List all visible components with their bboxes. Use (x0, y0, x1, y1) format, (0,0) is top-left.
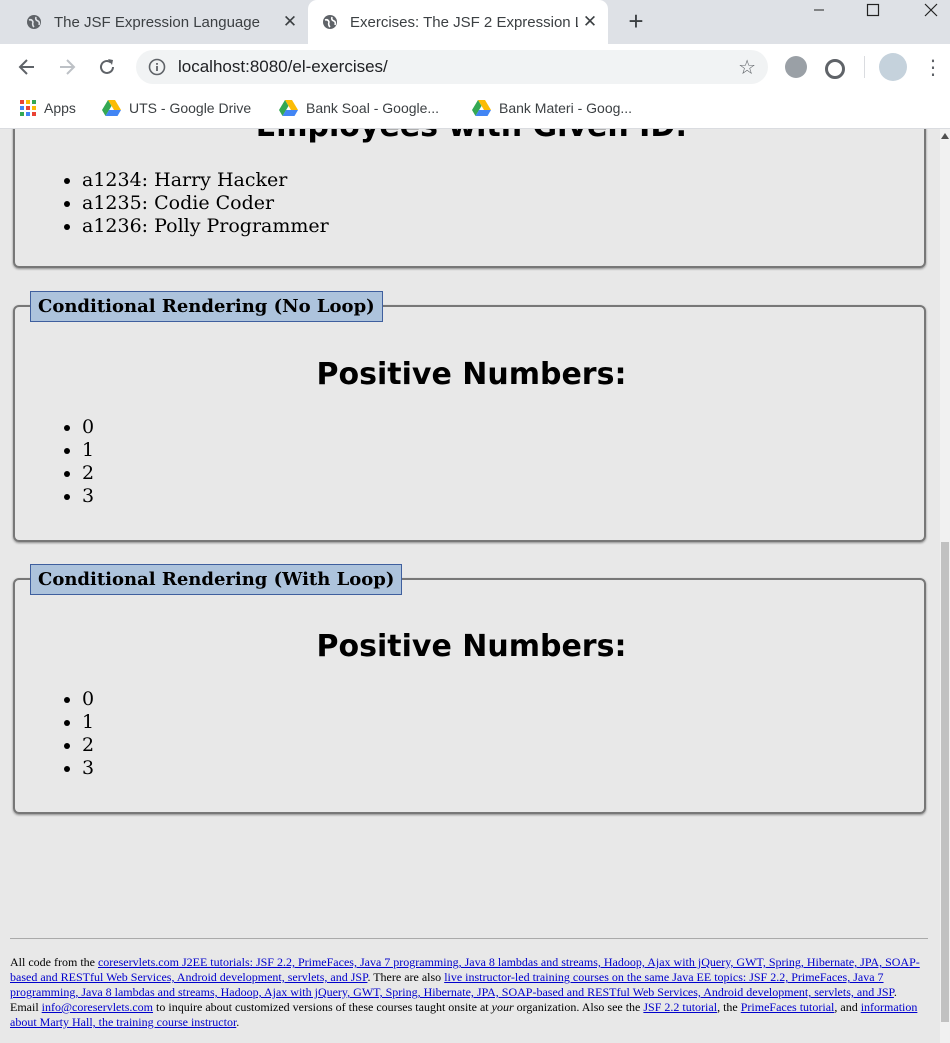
footer-text: organization. Also see the (513, 1000, 644, 1014)
scrollbar-thumb[interactable] (941, 542, 949, 1022)
primefaces-tutorial-link[interactable]: PrimeFaces tutorial (741, 1000, 835, 1014)
no-loop-legend: Conditional Rendering (No Loop) (30, 291, 383, 322)
footer-emphasis: your (491, 1000, 514, 1014)
page-footer: All code from the coreservlets.com J2EE … (10, 938, 928, 1030)
vertical-scrollbar[interactable] (940, 129, 950, 1043)
footer-text: , and (834, 1000, 861, 1014)
globe-icon (323, 15, 337, 29)
maximize-icon (866, 3, 880, 17)
email-link[interactable]: info@coreservlets.com (42, 1000, 153, 1014)
footer-text: . There are also (367, 970, 445, 984)
browser-toolbar: localhost:8080/el-exercises/ ☆ ⋮ (0, 44, 950, 90)
page-viewport: Employees with Given ID: a1234: Harry Ha… (0, 129, 940, 1043)
jsf-tutorial-link[interactable]: JSF 2.2 tutorial (643, 1000, 717, 1014)
minimize-button[interactable] (790, 0, 848, 22)
new-tab-button[interactable]: + (622, 8, 650, 36)
list-item: 0 (82, 688, 94, 711)
with-loop-legend: Conditional Rendering (With Loop) (30, 564, 403, 595)
footer-text: All code from the (10, 955, 98, 969)
extension-circle-icon[interactable] (825, 59, 845, 79)
tab-el-exercises[interactable]: Exercises: The JSF 2 Expression La ✕ (308, 0, 608, 44)
footer-text: . (236, 1015, 240, 1029)
bookmark-apps[interactable]: Apps (20, 98, 76, 118)
minimize-icon (814, 9, 824, 11)
list-item: 0 (82, 416, 94, 439)
positive-numbers-list: 0 1 2 3 (62, 688, 94, 780)
extension-globe-icon[interactable] (785, 56, 807, 78)
back-arrow-icon (18, 59, 34, 75)
more-vertical-icon: ⋮ (923, 55, 943, 79)
profile-avatar[interactable] (879, 53, 907, 81)
address-bar[interactable]: localhost:8080/el-exercises/ ☆ (136, 50, 768, 84)
bookmark-label: Bank Materi - Goog... (499, 100, 633, 116)
positive-numbers-list: 0 1 2 3 (62, 416, 94, 508)
close-tab-icon[interactable]: ✕ (578, 12, 602, 32)
reload-button[interactable] (94, 54, 120, 80)
list-item: 3 (82, 485, 94, 508)
positive-numbers-heading: Positive Numbers: (316, 629, 627, 664)
tab-jsf-expression-language[interactable]: The JSF Expression Language ✕ (12, 0, 308, 44)
maximize-button[interactable] (844, 0, 902, 22)
tab-strip: The JSF Expression Language ✕ Exercises:… (0, 0, 950, 44)
google-drive-icon (472, 100, 491, 116)
footer-text: , the (717, 1000, 741, 1014)
list-item: 1 (82, 439, 94, 462)
positive-numbers-heading: Positive Numbers: (316, 357, 627, 392)
close-tab-icon[interactable]: ✕ (278, 12, 302, 32)
menu-button[interactable]: ⋮ (920, 54, 946, 80)
list-item: 3 (82, 757, 94, 780)
bookmarks-bar: Apps UTS - Google Drive Bank Soal - Goog… (0, 90, 950, 129)
back-button[interactable] (14, 54, 40, 80)
no-loop-panel: Positive Numbers: 0 1 2 3 (13, 305, 926, 542)
list-item: a1235: Codie Coder (82, 192, 329, 215)
employees-panel: Employees with Given ID: a1234: Harry Ha… (13, 129, 926, 268)
reload-icon (100, 59, 114, 74)
tab-title: Exercises: The JSF 2 Expression La (350, 13, 578, 31)
bookmark-label: Apps (44, 100, 76, 116)
footer-text: to inquire about customized versions of … (153, 1000, 492, 1014)
bookmark-uts-drive[interactable]: UTS - Google Drive (102, 98, 251, 118)
bookmark-label: Bank Soal - Google... (306, 100, 440, 116)
forward-button[interactable] (54, 54, 80, 80)
list-item: 1 (82, 711, 94, 734)
employees-heading: Employees with Given ID: (15, 129, 928, 144)
google-drive-icon (279, 100, 298, 116)
google-drive-icon (102, 100, 121, 116)
globe-icon (27, 15, 41, 29)
bookmark-star-icon[interactable]: ☆ (738, 55, 756, 79)
scroll-up-arrow-icon[interactable] (941, 133, 949, 139)
tab-title: The JSF Expression Language (54, 13, 260, 31)
bookmark-bank-soal[interactable]: Bank Soal - Google... (279, 98, 439, 118)
list-item: 2 (82, 734, 94, 757)
close-icon (924, 3, 938, 17)
list-item: 2 (82, 462, 94, 485)
forward-arrow-icon (60, 59, 76, 75)
apps-grid-icon (20, 100, 36, 116)
list-item: a1234: Harry Hacker (82, 169, 329, 192)
toolbar-divider (864, 56, 865, 78)
with-loop-panel: Positive Numbers: 0 1 2 3 (13, 578, 926, 814)
close-window-button[interactable] (902, 0, 950, 22)
list-item: a1236: Polly Programmer (82, 215, 329, 238)
url-text: localhost:8080/el-exercises/ (178, 57, 388, 76)
bookmark-bank-materi[interactable]: Bank Materi - Goog... (472, 98, 632, 118)
info-icon[interactable] (148, 58, 166, 76)
employee-list: a1234: Harry Hacker a1235: Codie Coder a… (62, 169, 329, 238)
bookmark-label: UTS - Google Drive (129, 100, 252, 116)
